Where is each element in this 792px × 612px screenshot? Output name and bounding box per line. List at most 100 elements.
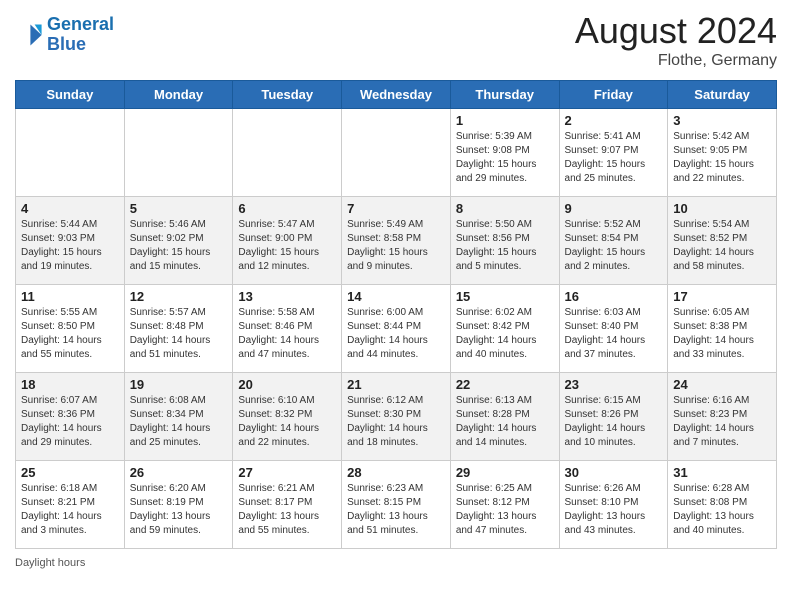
calendar-week-3: 11 Sunrise: 5:55 AM Sunset: 8:50 PM Dayli… — [16, 285, 777, 373]
header-row: SundayMondayTuesdayWednesdayThursdayFrid… — [16, 81, 777, 109]
day-info: Sunrise: 6:13 AM Sunset: 8:28 PM Dayligh… — [456, 394, 554, 450]
day-number: 13 — [238, 289, 336, 304]
day-info: Sunrise: 6:16 AM Sunset: 8:23 PM Dayligh… — [673, 394, 771, 450]
day-number: 17 — [673, 289, 771, 304]
day-info: Sunrise: 5:42 AM Sunset: 9:05 PM Dayligh… — [673, 130, 771, 186]
calendar-table: SundayMondayTuesdayWednesdayThursdayFrid… — [15, 80, 777, 549]
calendar-week-1: 1Sunrise: 5:39 AM Sunset: 9:08 PM Daylig… — [16, 109, 777, 197]
day-info: Sunrise: 5:49 AM Sunset: 8:58 PM Dayligh… — [347, 218, 445, 274]
day-info: Sunrise: 6:20 AM Sunset: 8:19 PM Dayligh… — [130, 482, 228, 538]
day-info: Sunrise: 5:52 AM Sunset: 8:54 PM Dayligh… — [565, 218, 663, 274]
calendar-cell: 26 Sunrise: 6:20 AM Sunset: 8:19 PM Dayli… — [124, 461, 233, 549]
day-number: 10 — [673, 201, 771, 216]
logo-line1: General — [47, 14, 114, 34]
day-number: 2 — [565, 113, 663, 128]
day-number: 11 — [21, 289, 119, 304]
day-number: 4 — [21, 201, 119, 216]
calendar-cell: 21Sunrise: 6:12 AM Sunset: 8:30 PM Dayli… — [342, 373, 451, 461]
day-number: 5 — [130, 201, 228, 216]
day-number: 31 — [673, 465, 771, 480]
day-number: 23 — [565, 377, 663, 392]
calendar-cell: 10Sunrise: 5:54 AM Sunset: 8:52 PM Dayli… — [668, 197, 777, 285]
day-number: 15 — [456, 289, 554, 304]
header-cell-saturday: Saturday — [668, 81, 777, 109]
day-info: Sunrise: 5:55 AM Sunset: 8:50 PM Dayligh… — [21, 306, 119, 362]
daylight-label: Daylight hours — [15, 557, 85, 569]
day-number: 26 — [130, 465, 228, 480]
day-number: 14 — [347, 289, 445, 304]
calendar-body: 1Sunrise: 5:39 AM Sunset: 9:08 PM Daylig… — [16, 109, 777, 549]
day-info: Sunrise: 6:08 AM Sunset: 8:34 PM Dayligh… — [130, 394, 228, 450]
calendar-cell — [342, 109, 451, 197]
header-cell-sunday: Sunday — [16, 81, 125, 109]
header-cell-friday: Friday — [559, 81, 668, 109]
day-number: 28 — [347, 465, 445, 480]
page-header: General Blue August 2024 Flothe, Germany — [15, 10, 777, 70]
day-number: 3 — [673, 113, 771, 128]
calendar-cell: 24 Sunrise: 6:16 AM Sunset: 8:23 PM Dayli… — [668, 373, 777, 461]
logo-line2: Blue — [47, 34, 86, 54]
calendar-week-5: 25Sunrise: 6:18 AM Sunset: 8:21 PM Dayli… — [16, 461, 777, 549]
calendar-cell: 2 Sunrise: 5:41 AM Sunset: 9:07 PM Daylig… — [559, 109, 668, 197]
day-info: Sunrise: 5:57 AM Sunset: 8:48 PM Dayligh… — [130, 306, 228, 362]
day-number: 27 — [238, 465, 336, 480]
day-number: 29 — [456, 465, 554, 480]
day-number: 6 — [238, 201, 336, 216]
day-info: Sunrise: 6:07 AM Sunset: 8:36 PM Dayligh… — [21, 394, 119, 450]
calendar-cell: 18 Sunrise: 6:07 AM Sunset: 8:36 PM Dayli… — [16, 373, 125, 461]
calendar-cell: 27Sunrise: 6:21 AM Sunset: 8:17 PM Dayli… — [233, 461, 342, 549]
calendar-cell: 12 Sunrise: 5:57 AM Sunset: 8:48 PM Dayli… — [124, 285, 233, 373]
day-info: Sunrise: 5:46 AM Sunset: 9:02 PM Dayligh… — [130, 218, 228, 274]
day-number: 24 — [673, 377, 771, 392]
day-info: Sunrise: 5:47 AM Sunset: 9:00 PM Dayligh… — [238, 218, 336, 274]
day-info: Sunrise: 6:23 AM Sunset: 8:15 PM Dayligh… — [347, 482, 445, 538]
calendar-cell: 28 Sunrise: 6:23 AM Sunset: 8:15 PM Dayli… — [342, 461, 451, 549]
day-number: 20 — [238, 377, 336, 392]
calendar-cell: 17 Sunrise: 6:05 AM Sunset: 8:38 PM Dayli… — [668, 285, 777, 373]
calendar-cell: 6 Sunrise: 5:47 AM Sunset: 9:00 PM Daylig… — [233, 197, 342, 285]
calendar-cell: 25Sunrise: 6:18 AM Sunset: 8:21 PM Dayli… — [16, 461, 125, 549]
day-info: Sunrise: 6:03 AM Sunset: 8:40 PM Dayligh… — [565, 306, 663, 362]
day-number: 30 — [565, 465, 663, 480]
day-info: Sunrise: 5:41 AM Sunset: 9:07 PM Dayligh… — [565, 130, 663, 186]
calendar-cell: 16 Sunrise: 6:03 AM Sunset: 8:40 PM Dayli… — [559, 285, 668, 373]
day-info: Sunrise: 6:26 AM Sunset: 8:10 PM Dayligh… — [565, 482, 663, 538]
day-number: 21 — [347, 377, 445, 392]
day-info: Sunrise: 6:00 AM Sunset: 8:44 PM Dayligh… — [347, 306, 445, 362]
calendar-cell: 7Sunrise: 5:49 AM Sunset: 8:58 PM Daylig… — [342, 197, 451, 285]
calendar-cell — [124, 109, 233, 197]
calendar-cell: 4 Sunrise: 5:44 AM Sunset: 9:03 PM Daylig… — [16, 197, 125, 285]
calendar-cell: 15 Sunrise: 6:02 AM Sunset: 8:42 PM Dayli… — [450, 285, 559, 373]
calendar-cell: 1Sunrise: 5:39 AM Sunset: 9:08 PM Daylig… — [450, 109, 559, 197]
day-info: Sunrise: 5:44 AM Sunset: 9:03 PM Dayligh… — [21, 218, 119, 274]
calendar-cell: 20 Sunrise: 6:10 AM Sunset: 8:32 PM Dayli… — [233, 373, 342, 461]
calendar-cell: 8 Sunrise: 5:50 AM Sunset: 8:56 PM Daylig… — [450, 197, 559, 285]
header-cell-wednesday: Wednesday — [342, 81, 451, 109]
header-cell-tuesday: Tuesday — [233, 81, 342, 109]
day-number: 18 — [21, 377, 119, 392]
location-subtitle: Flothe, Germany — [575, 52, 777, 70]
day-info: Sunrise: 5:50 AM Sunset: 8:56 PM Dayligh… — [456, 218, 554, 274]
day-info: Sunrise: 6:18 AM Sunset: 8:21 PM Dayligh… — [21, 482, 119, 538]
title-block: August 2024 Flothe, Germany — [575, 10, 777, 70]
day-number: 16 — [565, 289, 663, 304]
day-info: Sunrise: 6:05 AM Sunset: 8:38 PM Dayligh… — [673, 306, 771, 362]
logo-text: General Blue — [47, 15, 114, 55]
day-number: 8 — [456, 201, 554, 216]
calendar-cell: 14 Sunrise: 6:00 AM Sunset: 8:44 PM Dayli… — [342, 285, 451, 373]
calendar-cell — [233, 109, 342, 197]
day-info: Sunrise: 6:02 AM Sunset: 8:42 PM Dayligh… — [456, 306, 554, 362]
day-number: 12 — [130, 289, 228, 304]
footer: Daylight hours — [15, 557, 777, 569]
calendar-cell: 3 Sunrise: 5:42 AM Sunset: 9:05 PM Daylig… — [668, 109, 777, 197]
calendar-header: SundayMondayTuesdayWednesdayThursdayFrid… — [16, 81, 777, 109]
calendar-cell: 29Sunrise: 6:25 AM Sunset: 8:12 PM Dayli… — [450, 461, 559, 549]
header-cell-thursday: Thursday — [450, 81, 559, 109]
day-info: Sunrise: 6:28 AM Sunset: 8:08 PM Dayligh… — [673, 482, 771, 538]
day-number: 1 — [456, 113, 554, 128]
day-info: Sunrise: 6:10 AM Sunset: 8:32 PM Dayligh… — [238, 394, 336, 450]
day-info: Sunrise: 6:15 AM Sunset: 8:26 PM Dayligh… — [565, 394, 663, 450]
day-info: Sunrise: 5:58 AM Sunset: 8:46 PM Dayligh… — [238, 306, 336, 362]
month-year-title: August 2024 — [575, 10, 777, 52]
calendar-cell: 23 Sunrise: 6:15 AM Sunset: 8:26 PM Dayli… — [559, 373, 668, 461]
